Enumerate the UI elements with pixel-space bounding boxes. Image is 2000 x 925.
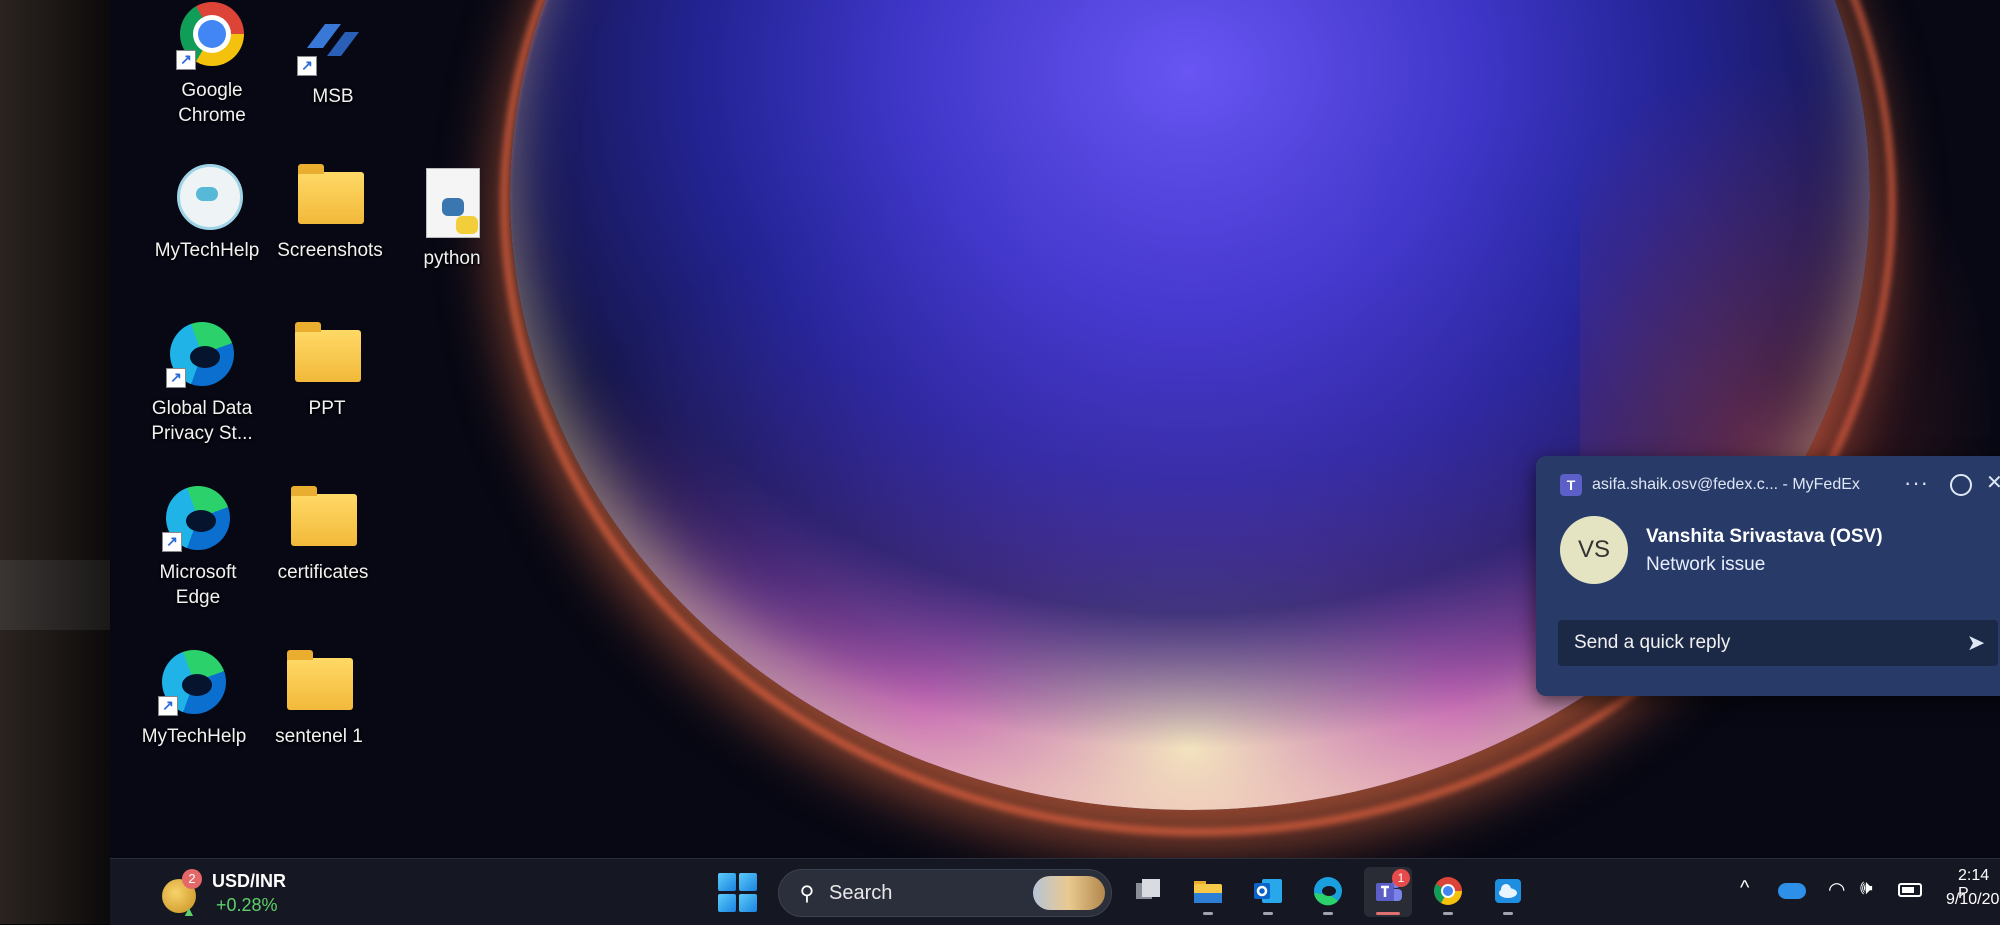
- edge-icon: ↗: [166, 318, 238, 390]
- widget-badge: 2: [182, 869, 202, 889]
- folder-icon: [294, 160, 366, 232]
- desktop-icon-label: python: [423, 248, 481, 269]
- desktop-icon-label: Global Data Privacy St...: [151, 398, 253, 444]
- quick-reply-input[interactable]: [1558, 619, 1962, 667]
- volume-icon[interactable]: 🕪: [1860, 877, 1873, 900]
- running-indicator: [1503, 912, 1513, 915]
- msb-icon: ↗: [297, 6, 369, 78]
- shortcut-arrow-icon: ↗: [176, 50, 196, 70]
- desktop-icon-label: sentenel 1: [275, 726, 363, 747]
- teams-icon: T: [1560, 474, 1582, 496]
- desktop-icon-google-chrome[interactable]: ↗ Google Chrome: [157, 0, 267, 128]
- physical-bezel: [0, 0, 110, 924]
- up-arrow-icon: ▲: [182, 903, 196, 919]
- teams-notification-toast[interactable]: T asifa.shaik.osv@fedex.c... - MyFedEx ·…: [1536, 456, 2000, 696]
- desktop-icon-certificates[interactable]: certificates: [268, 482, 378, 585]
- running-indicator: [1323, 912, 1333, 915]
- taskbar-cloud-app[interactable]: [1484, 867, 1532, 917]
- running-indicator: [1203, 912, 1213, 915]
- edge-icon: ↗: [158, 646, 230, 718]
- running-indicator: [1443, 912, 1453, 915]
- search-icon: ⚲: [799, 882, 815, 905]
- search-input[interactable]: [827, 870, 1021, 916]
- outlook-icon: [1254, 879, 1282, 903]
- taskbar-task-view[interactable]: [1124, 867, 1172, 917]
- taskbar-teams[interactable]: 1: [1364, 867, 1412, 917]
- avatar: VS: [1560, 516, 1628, 584]
- folder-icon: [287, 482, 359, 554]
- running-indicator: [1263, 912, 1273, 915]
- desktop-icon-label: MSB: [312, 86, 354, 107]
- start-button[interactable]: [718, 873, 758, 913]
- taskbar-chrome[interactable]: [1424, 867, 1472, 917]
- folder-icon: [291, 318, 363, 390]
- chrome-icon: [1434, 877, 1462, 905]
- close-icon[interactable]: ✕: [1986, 470, 2000, 495]
- taskbar-search[interactable]: ⚲: [778, 869, 1112, 917]
- quick-reply-box: ➤: [1558, 619, 1998, 667]
- edge-icon: ↗: [162, 482, 234, 554]
- wifi-icon[interactable]: ◠: [1828, 877, 1845, 902]
- desktop-icon-label: certificates: [277, 562, 369, 583]
- taskbar-outlook[interactable]: [1244, 867, 1292, 917]
- taskbar: 2 ▲ USD/INR +0.28% ⚲ Search 1 ^ ◠ 🕪 2:14…: [110, 858, 2000, 925]
- battery-icon[interactable]: [1898, 883, 1922, 897]
- running-indicator: [1376, 912, 1400, 915]
- toast-header: T asifa.shaik.osv@fedex.c... - MyFedEx: [1560, 474, 1860, 496]
- desktop-icon-label: PPT: [308, 398, 346, 419]
- edge-icon: [1314, 877, 1342, 906]
- cloud-icon: [1495, 879, 1521, 903]
- desktop-icon-label: Google Chrome: [178, 80, 246, 126]
- python-file-icon: [416, 168, 488, 240]
- desktop-icon-microsoft-edge[interactable]: ↗ Microsoft Edge: [143, 482, 253, 610]
- desktop-icon-python[interactable]: python: [397, 168, 507, 271]
- desktop-icon-ppt[interactable]: PPT: [272, 318, 382, 421]
- taskbar-file-explorer[interactable]: [1184, 867, 1232, 917]
- search-highlight-thumbnail: [1033, 876, 1105, 910]
- desktop-icon-global-data-privacy[interactable]: ↗ Global Data Privacy St...: [147, 318, 257, 446]
- send-icon[interactable]: ➤: [1962, 629, 1990, 657]
- more-options-button[interactable]: ···: [1904, 470, 1929, 496]
- chrome-icon: ↗: [176, 0, 248, 72]
- shortcut-arrow-icon: ↗: [297, 56, 317, 76]
- sender-name: Vanshita Srivastava (OSV): [1646, 526, 1883, 547]
- taskbar-edge[interactable]: [1304, 867, 1352, 917]
- desktop-icon-label: Microsoft Edge: [159, 562, 237, 608]
- shortcut-arrow-icon: ↗: [158, 696, 178, 716]
- desktop-icon-mytechhelp-edge[interactable]: ↗ MyTechHelp: [139, 646, 249, 749]
- desktop-icon-label: MyTechHelp: [141, 726, 247, 747]
- notification-badge: 1: [1392, 869, 1410, 887]
- shortcut-arrow-icon: ↗: [162, 532, 182, 552]
- desktop-icon-label: Screenshots: [277, 240, 383, 261]
- desktop-icon-sentenel-1[interactable]: sentenel 1: [264, 646, 374, 749]
- widget-change: +0.28%: [216, 895, 278, 915]
- snooze-icon[interactable]: [1950, 474, 1972, 496]
- shortcut-arrow-icon: ↗: [166, 368, 186, 388]
- zip-folder-icon: [283, 646, 355, 718]
- onedrive-icon[interactable]: [1778, 883, 1806, 899]
- desktop-icon-label: MyTechHelp: [154, 240, 260, 261]
- toast-source: asifa.shaik.osv@fedex.c... - MyFedEx: [1592, 476, 1860, 493]
- show-hidden-icons-button[interactable]: ^: [1740, 877, 1749, 900]
- message-preview: Network issue: [1646, 554, 1766, 575]
- task-view-icon: [1136, 879, 1160, 899]
- desktop-icon-msb[interactable]: ↗ MSB: [278, 6, 388, 109]
- widget-title: USD/INR: [212, 871, 287, 891]
- currency-widget[interactable]: 2 ▲ USD/INR +0.28%: [162, 867, 332, 919]
- folder-icon: [1194, 881, 1222, 903]
- desktop-icon-mytechhelp[interactable]: MyTechHelp: [152, 160, 262, 263]
- mytechhelp-bot-icon: [171, 160, 243, 232]
- clock-date[interactable]: 9/10/20: [1946, 891, 1999, 909]
- desktop-icon-screenshots[interactable]: Screenshots: [275, 160, 385, 263]
